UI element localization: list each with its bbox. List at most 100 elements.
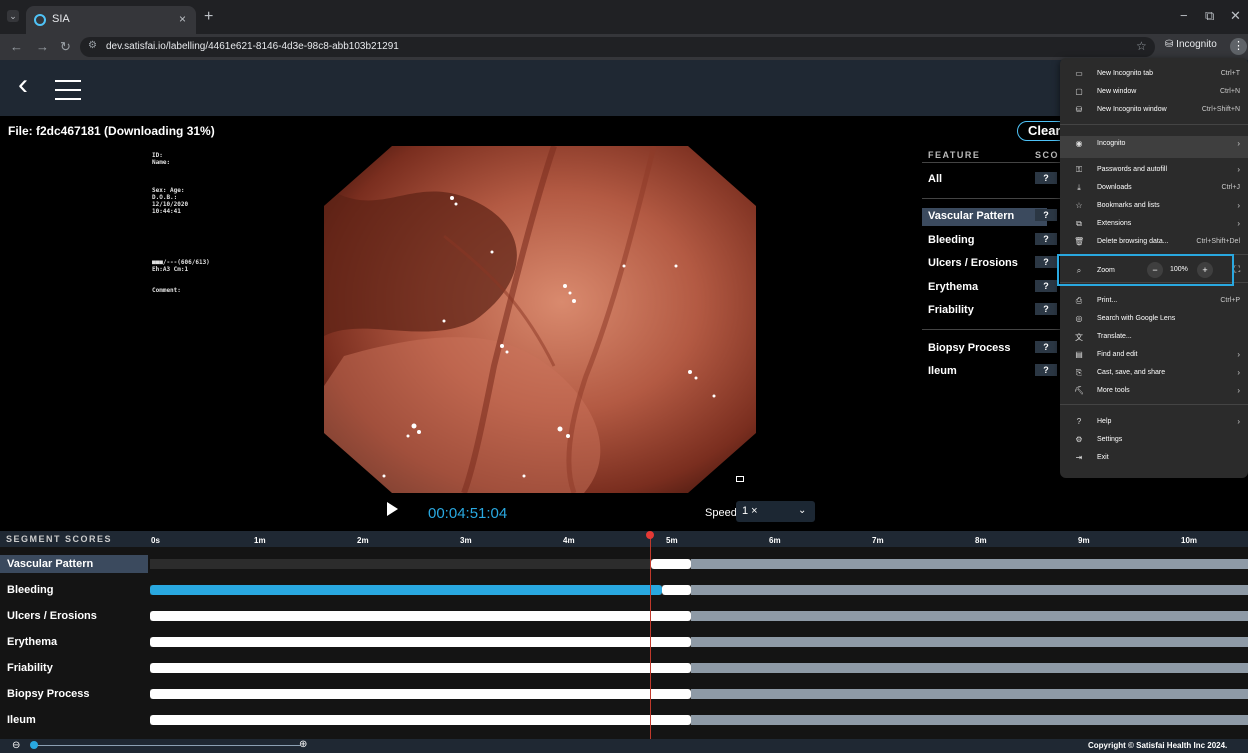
segment-fill[interactable]	[150, 689, 692, 699]
segment-track[interactable]	[150, 637, 1248, 647]
new-tab-button[interactable]: +	[204, 8, 213, 26]
overlay-dob: D.O.B.:	[152, 194, 178, 201]
menu-item-incognito[interactable]: ◉ Incognito ›	[1060, 136, 1248, 158]
menu-item-search-with-google-lens[interactable]: ◎ Search with Google Lens	[1060, 311, 1248, 329]
endoscopy-video[interactable]	[324, 146, 756, 493]
segment-unscored[interactable]	[691, 637, 1248, 647]
segment-unscored[interactable]	[691, 689, 1248, 699]
segment-fill[interactable]	[150, 663, 692, 673]
segment-unscored[interactable]	[691, 585, 1248, 595]
feature-row-ileum[interactable]: Ileum ?	[922, 363, 1057, 381]
feature-row-ulcers-erosions[interactable]: Ulcers / Erosions ?	[922, 255, 1057, 273]
zoom-minus-button[interactable]: −	[1147, 262, 1163, 278]
feature-row-bleeding[interactable]: Bleeding ?	[922, 232, 1057, 250]
menu-item-new-incognito-window[interactable]: ⛁ New Incognito window Ctrl+Shift+N	[1060, 102, 1248, 120]
segment-track[interactable]	[150, 663, 1248, 673]
feature-score[interactable]: ?	[1035, 364, 1057, 376]
zoom-plus-button[interactable]: +	[1197, 262, 1213, 278]
segment-unscored[interactable]	[691, 663, 1248, 673]
site-info-icon[interactable]: ⚙	[88, 40, 97, 51]
segment-fill[interactable]	[150, 715, 692, 725]
feature-column-header: FEATURE	[928, 150, 981, 160]
menu-item-new-incognito-tab[interactable]: ▭ New Incognito tab Ctrl+T	[1060, 66, 1248, 84]
segment-unscored[interactable]	[691, 715, 1248, 725]
window-restore-button[interactable]: ⧉	[1205, 8, 1214, 24]
segment-row-label[interactable]: Bleeding	[0, 581, 148, 599]
feature-score[interactable]: ?	[1035, 233, 1057, 245]
timecode: 00:04:51:04	[428, 505, 508, 522]
feature-row-biopsy-process[interactable]: Biopsy Process ?	[922, 340, 1057, 358]
segment-track[interactable]	[150, 559, 1248, 569]
segment-row-label[interactable]: Erythema	[0, 633, 148, 651]
timeline-zoom-slider[interactable]	[34, 745, 300, 746]
feature-row-all[interactable]: All ?	[922, 171, 1057, 189]
segment-track[interactable]	[150, 715, 1248, 725]
menu-item-new-window[interactable]: ▢ New window Ctrl+N	[1060, 84, 1248, 102]
segment-fill[interactable]	[150, 611, 692, 621]
menu-item-delete-browsing-data[interactable]: 🗑 Delete browsing data... Ctrl+Shift+Del	[1060, 234, 1248, 252]
reload-icon[interactable]: ↻	[60, 39, 71, 55]
menu-item-label: Exit	[1097, 454, 1109, 461]
speed-select[interactable]: 1 × ⌄	[736, 501, 815, 522]
segment-row-label[interactable]: Vascular Pattern	[0, 555, 148, 573]
zoom-out-icon[interactable]: ⊖	[12, 740, 20, 751]
menu-item-bookmarks-and-lists[interactable]: ☆ Bookmarks and lists ›	[1060, 198, 1248, 216]
segment-track[interactable]	[150, 611, 1248, 621]
browser-tab[interactable]: SIA ×	[26, 6, 196, 34]
menu-item-find-and-edit[interactable]: ▤ Find and edit ›	[1060, 347, 1248, 365]
menu-item-print[interactable]: ⎙ Print... Ctrl+P	[1060, 293, 1248, 311]
menu-item-translate[interactable]: 文 Translate...	[1060, 329, 1248, 347]
segment-track[interactable]	[150, 585, 1248, 595]
feature-score[interactable]: ?	[1035, 341, 1057, 353]
segment-current-fill[interactable]	[661, 585, 692, 595]
feature-score[interactable]: ?	[1035, 172, 1057, 184]
segment-row-label[interactable]: Ulcers / Erosions	[0, 607, 148, 625]
segment-row-label[interactable]: Friability	[0, 659, 148, 677]
menu-item-exit[interactable]: ⇥ Exit	[1060, 450, 1248, 468]
playhead-line[interactable]	[650, 534, 651, 739]
segment-row-label[interactable]: Ileum	[0, 711, 148, 729]
feature-row-erythema[interactable]: Erythema ?	[922, 279, 1057, 297]
fullscreen-icon[interactable]: ⛶	[1234, 264, 1240, 275]
menu-item-downloads[interactable]: ⤓ Downloads Ctrl+J	[1060, 180, 1248, 198]
segment-fill[interactable]	[150, 637, 692, 647]
menu-item-more-tools[interactable]: ⛏ More tools ›	[1060, 383, 1248, 401]
bookmark-star-icon[interactable]: ☆	[1136, 39, 1147, 53]
feature-row-vascular-pattern[interactable]: Vascular Pattern ?	[922, 208, 1057, 226]
feature-score[interactable]: ?	[1035, 303, 1057, 315]
segment-track[interactable]	[150, 689, 1248, 699]
segment-unscored[interactable]	[691, 611, 1248, 621]
playhead-marker[interactable]	[646, 531, 654, 539]
back-icon[interactable]: ‹	[18, 70, 28, 100]
menu-item-settings[interactable]: ⚙ Settings	[1060, 432, 1248, 450]
feature-row-friability[interactable]: Friability ?	[922, 302, 1057, 320]
menu-settings-icon: ⚙	[1075, 435, 1083, 444]
picture-in-picture-icon[interactable]	[736, 476, 744, 482]
feature-score[interactable]: ?	[1035, 256, 1057, 268]
menu-separator	[1060, 404, 1248, 405]
window-minimize-button[interactable]: −	[1180, 8, 1188, 23]
segment-unscored[interactable]	[691, 559, 1248, 569]
hamburger-menu-icon[interactable]	[55, 80, 81, 100]
feature-score[interactable]: ?	[1035, 280, 1057, 292]
zoom-in-icon[interactable]: ⊕	[299, 739, 307, 750]
forward-arrow-icon[interactable]: →	[36, 39, 49, 54]
play-icon[interactable]	[387, 502, 398, 516]
tab-search-icon[interactable]: ⌄	[7, 10, 19, 22]
segment-row-label[interactable]: Biopsy Process	[0, 685, 148, 703]
tab-close-icon[interactable]: ×	[179, 12, 186, 26]
timeline-zoom-handle[interactable]	[30, 741, 38, 749]
segment-current-fill[interactable]	[650, 559, 692, 569]
back-arrow-icon[interactable]: ←	[10, 39, 23, 54]
menu-item-help[interactable]: ? Help ›	[1060, 414, 1248, 432]
menu-item-extensions[interactable]: ⧉ Extensions ›	[1060, 216, 1248, 234]
segment-fill[interactable]	[150, 585, 662, 595]
menu-item-shortcut: Ctrl+P	[1220, 297, 1240, 304]
feature-score[interactable]: ?	[1035, 209, 1057, 221]
menu-item-cast-save-and-share[interactable]: ⎘ Cast, save, and share ›	[1060, 365, 1248, 383]
incognito-chip[interactable]: ⛁ Incognito	[1165, 39, 1227, 56]
window-close-button[interactable]: ✕	[1230, 8, 1241, 24]
chrome-menu-icon[interactable]: ⋮	[1230, 38, 1247, 55]
menu-item-passwords-and-autofill[interactable]: ⚿ Passwords and autofill ›	[1060, 162, 1248, 180]
address-bar[interactable]: ⚙ dev.satisfai.io/labelling/4461e621-814…	[80, 37, 1155, 57]
